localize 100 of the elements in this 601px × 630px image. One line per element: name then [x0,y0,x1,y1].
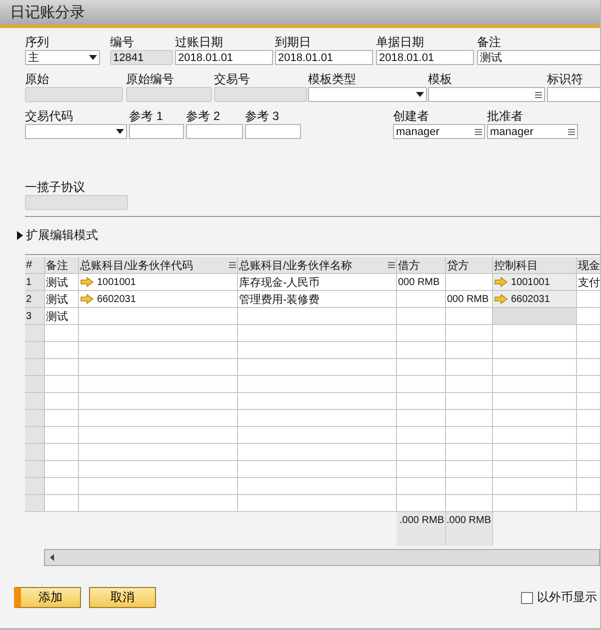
table-cell[interactable] [493,308,577,325]
action-button[interactable]: 取消 [89,587,156,608]
table-cell[interactable] [79,461,238,478]
choose-field[interactable]: manager [393,124,485,139]
choose-field[interactable]: manager [487,124,578,139]
table-cell[interactable] [493,325,577,342]
arrow-icon[interactable] [80,294,94,304]
table-cell[interactable] [79,393,238,410]
table-cell[interactable] [79,495,238,512]
table-cell[interactable]: 1001001 [79,274,238,291]
table-cell[interactable] [446,478,493,495]
table-cell[interactable] [577,461,600,478]
table-cell[interactable]: 库存现金-人民币 [238,274,397,291]
table-cell[interactable] [493,342,577,359]
table-cell[interactable] [577,359,600,376]
table-cell[interactable] [446,325,493,342]
column-header[interactable]: 备注 [45,257,79,274]
table-cell[interactable]: 6602031 [493,291,577,308]
input-field[interactable] [245,124,301,139]
arrow-icon[interactable] [494,294,508,304]
dropdown-field[interactable]: 主 [25,50,100,65]
table-cell[interactable] [577,376,600,393]
table-cell[interactable] [446,410,493,427]
table-cell[interactable] [577,427,600,444]
table-cell[interactable] [79,359,238,376]
table-cell[interactable] [493,427,577,444]
table-cell[interactable] [397,444,446,461]
table-cell[interactable] [397,325,446,342]
table-cell[interactable] [238,478,397,495]
column-header[interactable]: # [25,257,45,274]
table-cell[interactable] [238,444,397,461]
table-cell[interactable] [446,461,493,478]
expander[interactable]: 扩展编辑模式 [17,227,600,243]
dropdown-field[interactable] [308,87,427,102]
column-header[interactable]: 贷方 [446,257,493,274]
table-cell[interactable] [397,461,446,478]
table-cell[interactable] [45,427,79,444]
table-cell[interactable] [45,325,79,342]
table-cell[interactable] [45,376,79,393]
column-header[interactable]: 现金 [577,257,600,274]
table-cell[interactable] [79,410,238,427]
table-cell[interactable] [238,342,397,359]
table-cell[interactable] [238,393,397,410]
table-cell[interactable] [45,444,79,461]
table-cell[interactable] [577,478,600,495]
column-header[interactable]: 借方 [397,257,446,274]
table-cell[interactable] [45,342,79,359]
table-cell[interactable] [446,444,493,461]
table-cell[interactable] [446,274,493,291]
table-cell[interactable]: 测试 [45,308,79,325]
action-button[interactable]: 添加 [14,587,81,608]
horizontal-scrollbar[interactable] [44,549,600,566]
table-cell[interactable] [446,495,493,512]
table-cell[interactable]: 1001001 [493,274,577,291]
table-cell[interactable] [493,359,577,376]
column-header[interactable]: 总账科目/业务伙伴代码 [79,257,238,274]
list-icon[interactable] [568,128,575,134]
table-cell[interactable] [577,325,600,342]
table-cell[interactable] [446,393,493,410]
table-cell[interactable] [397,393,446,410]
table-cell[interactable]: 测试 [45,274,79,291]
table-cell[interactable] [45,495,79,512]
table-cell[interactable] [397,376,446,393]
column-header[interactable]: 控制科目 [493,257,577,274]
table-cell[interactable] [397,478,446,495]
arrow-icon[interactable] [80,277,94,287]
list-icon[interactable] [535,92,542,98]
input-field[interactable]: 2018.01.01 [275,50,373,65]
dropdown-field[interactable] [25,124,127,139]
table-cell[interactable] [238,376,397,393]
list-icon[interactable] [388,262,395,268]
input-field[interactable]: 2018.01.01 [175,50,273,65]
table-cell[interactable] [79,325,238,342]
table-cell[interactable] [79,444,238,461]
table-cell[interactable] [493,478,577,495]
input-field[interactable]: 2018.01.01 [376,50,474,65]
table-cell[interactable] [577,410,600,427]
table-cell[interactable] [79,478,238,495]
table-cell[interactable] [45,393,79,410]
table-cell[interactable] [397,495,446,512]
table-cell[interactable] [45,359,79,376]
table-cell[interactable]: 测试 [45,291,79,308]
table-cell[interactable] [577,291,600,308]
table-cell[interactable] [79,342,238,359]
table-cell[interactable] [446,342,493,359]
table-cell[interactable] [45,478,79,495]
arrow-icon[interactable] [494,277,508,287]
table-cell[interactable] [493,410,577,427]
table-cell[interactable] [446,427,493,444]
list-icon[interactable] [229,262,236,268]
table-cell[interactable] [45,461,79,478]
column-header[interactable]: 总账科目/业务伙伴名称 [238,257,397,274]
table-cell[interactable] [397,308,446,325]
input-field[interactable]: 测试 [477,50,600,65]
table-cell[interactable] [238,427,397,444]
table-cell[interactable]: 支付 [577,274,600,291]
checkbox[interactable]: 以外币显示 [521,589,597,606]
table-cell[interactable] [397,427,446,444]
table-cell[interactable] [397,342,446,359]
choose-field[interactable] [428,87,545,102]
